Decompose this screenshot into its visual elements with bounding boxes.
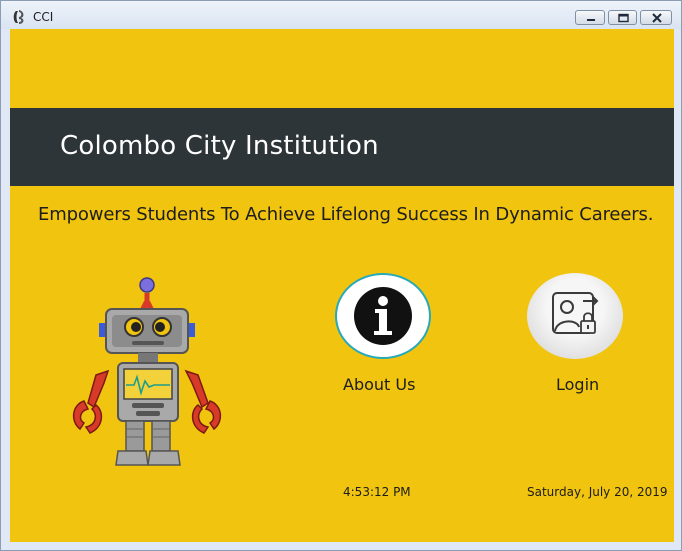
minimize-icon	[587, 19, 595, 21]
maximize-icon	[618, 13, 629, 23]
title-bar[interactable]: CCI	[1, 1, 681, 29]
main-content: Colombo City Institution Empowers Studen…	[10, 29, 674, 542]
close-button[interactable]	[640, 10, 672, 25]
about-us-label[interactable]: About Us	[343, 375, 415, 394]
close-icon	[652, 13, 662, 23]
current-date: Saturday, July 20, 2019	[527, 485, 668, 499]
window-title: CCI	[33, 10, 54, 24]
institution-title: Colombo City Institution	[60, 131, 379, 161]
clock-time: 4:53:12 PM	[343, 485, 411, 499]
login-button[interactable]	[527, 273, 623, 359]
header-banner: Colombo City Institution	[10, 108, 674, 186]
app-logo-icon	[13, 10, 24, 24]
app-window: CCI Colombo City Institution Empowers St…	[0, 0, 682, 551]
login-label[interactable]: Login	[556, 375, 599, 394]
tagline: Empowers Students To Achieve Lifelong Su…	[38, 204, 654, 225]
maximize-button[interactable]	[608, 10, 637, 25]
robot-mascot-icon	[72, 277, 222, 466]
minimize-button[interactable]	[575, 10, 605, 25]
login-user-icon	[552, 292, 599, 334]
about-us-button[interactable]	[335, 273, 431, 359]
info-icon	[354, 287, 412, 345]
